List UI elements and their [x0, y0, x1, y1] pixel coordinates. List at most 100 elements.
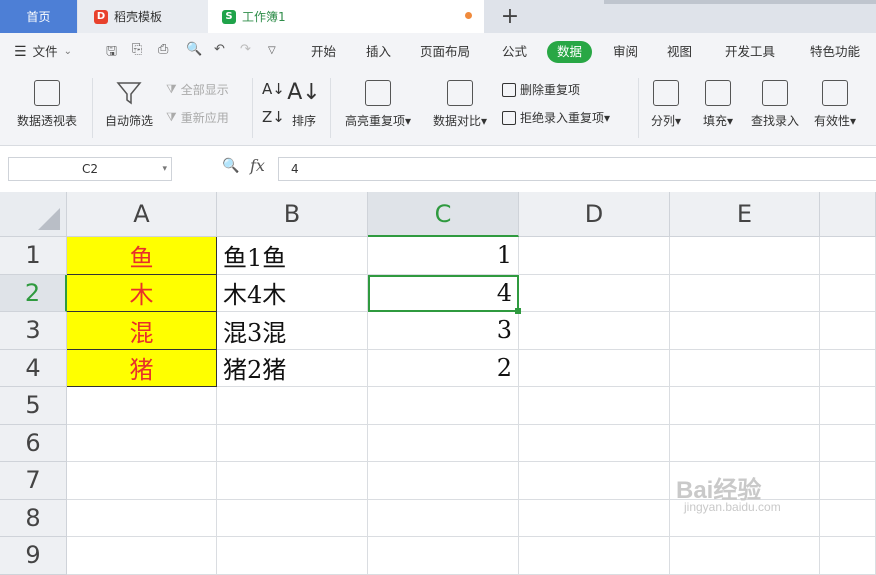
cell-f5[interactable]: [820, 387, 876, 425]
sort-ascending-icon[interactable]: A↓: [262, 80, 285, 98]
zoom-lookup-icon[interactable]: 🔍: [222, 158, 239, 174]
cell-f2[interactable]: [820, 274, 876, 312]
cell-f9[interactable]: [820, 537, 876, 575]
row-header-7[interactable]: 7: [0, 462, 67, 500]
format-painter-icon[interactable]: ⎘: [132, 42, 142, 57]
fx-icon[interactable]: fx: [250, 156, 265, 175]
cell-d6[interactable]: [519, 424, 670, 462]
validity-button[interactable]: 有效性▾: [810, 80, 860, 129]
cell-a7[interactable]: [67, 462, 217, 500]
row-header-6[interactable]: 6: [0, 424, 67, 462]
cell-a1[interactable]: 鱼: [67, 237, 217, 275]
file-menu[interactable]: ☰ 文件 ⌄: [14, 41, 72, 63]
column-header-f[interactable]: [820, 192, 876, 237]
sort-descending-icon[interactable]: Z↓: [262, 108, 285, 126]
cell-c5[interactable]: [368, 387, 519, 425]
column-header-e[interactable]: E: [670, 192, 820, 237]
reapply-button[interactable]: ⧩ 重新应用: [166, 109, 229, 126]
menu-developer[interactable]: 开发工具: [725, 41, 775, 63]
cell-a9[interactable]: [67, 537, 217, 575]
cell-b7[interactable]: [217, 462, 368, 500]
highlight-duplicates-button[interactable]: 高亮重复项▾: [338, 80, 418, 129]
cell-f4[interactable]: [820, 349, 876, 387]
cell-d2[interactable]: [519, 274, 670, 312]
cell-a8[interactable]: [67, 499, 217, 537]
menu-formula[interactable]: 公式: [502, 41, 527, 63]
lookup-entry-button[interactable]: 查找录入: [746, 80, 804, 129]
cell-e1[interactable]: [670, 237, 820, 275]
print-icon[interactable]: ⎙: [158, 42, 168, 57]
row-header-5[interactable]: 5: [0, 387, 67, 425]
row-header-2[interactable]: 2: [0, 274, 67, 312]
cell-f6[interactable]: [820, 424, 876, 462]
cell-e4[interactable]: [670, 349, 820, 387]
cell-d3[interactable]: [519, 312, 670, 350]
cell-e2[interactable]: [670, 274, 820, 312]
tab-workbook[interactable]: S 工作簿1: [208, 0, 484, 33]
new-tab-button[interactable]: +: [496, 2, 524, 30]
column-header-c[interactable]: C: [368, 192, 519, 237]
cell-d8[interactable]: [519, 499, 670, 537]
cell-f1[interactable]: [820, 237, 876, 275]
cell-b4[interactable]: 猪2猪: [217, 349, 368, 387]
cell-a3[interactable]: 混: [67, 312, 217, 350]
cell-c9[interactable]: [368, 537, 519, 575]
cell-d5[interactable]: [519, 387, 670, 425]
cell-b5[interactable]: [217, 387, 368, 425]
split-column-button[interactable]: 分列▾: [646, 80, 686, 129]
name-box[interactable]: C2 ▾: [8, 157, 172, 181]
cell-c2[interactable]: 4: [368, 274, 519, 312]
cell-e9[interactable]: [670, 537, 820, 575]
redo-icon[interactable]: ↷: [240, 42, 251, 57]
cell-d9[interactable]: [519, 537, 670, 575]
column-header-a[interactable]: A: [67, 192, 217, 237]
menu-special[interactable]: 特色功能: [810, 41, 860, 63]
cell-c7[interactable]: [368, 462, 519, 500]
pivot-table-button[interactable]: 数据透视表: [12, 80, 82, 129]
cell-f8[interactable]: [820, 499, 876, 537]
autofilter-button[interactable]: 自动筛选: [100, 80, 158, 129]
menu-start[interactable]: 开始: [311, 41, 336, 63]
fill-button[interactable]: 填充▾: [696, 80, 740, 129]
cell-c4[interactable]: 2: [368, 349, 519, 387]
cell-b6[interactable]: [217, 424, 368, 462]
menu-review[interactable]: 审阅: [613, 41, 638, 63]
cell-a5[interactable]: [67, 387, 217, 425]
row-header-8[interactable]: 8: [0, 499, 67, 537]
cell-e5[interactable]: [670, 387, 820, 425]
row-header-3[interactable]: 3: [0, 312, 67, 350]
column-header-b[interactable]: B: [217, 192, 368, 237]
column-header-d[interactable]: D: [519, 192, 670, 237]
sort-button[interactable]: A↓ 排序: [286, 80, 322, 129]
cell-c8[interactable]: [368, 499, 519, 537]
cell-f7[interactable]: [820, 462, 876, 500]
chevron-down-icon[interactable]: ▾: [162, 158, 167, 180]
cell-c6[interactable]: [368, 424, 519, 462]
menu-page-layout[interactable]: 页面布局: [420, 41, 470, 63]
cell-a2[interactable]: 木: [67, 274, 217, 312]
row-header-4[interactable]: 4: [0, 349, 67, 387]
cell-b2[interactable]: 木4木: [217, 274, 368, 312]
quick-access-dropdown-icon[interactable]: ▽: [268, 45, 276, 56]
cell-d4[interactable]: [519, 349, 670, 387]
print-preview-icon[interactable]: 🔍: [186, 42, 202, 57]
cell-e3[interactable]: [670, 312, 820, 350]
menu-insert[interactable]: 插入: [366, 41, 391, 63]
data-compare-button[interactable]: 数据对比▾: [426, 80, 494, 129]
cell-d7[interactable]: [519, 462, 670, 500]
menu-data[interactable]: 数据: [547, 41, 593, 63]
fill-handle[interactable]: [515, 308, 521, 314]
formula-input[interactable]: 4: [278, 157, 876, 181]
cell-b3[interactable]: 混3混: [217, 312, 368, 350]
tab-daoke-templates[interactable]: D 稻壳模板: [78, 0, 208, 33]
row-header-9[interactable]: 9: [0, 537, 67, 575]
undo-icon[interactable]: ↶: [214, 42, 225, 57]
row-header-1[interactable]: 1: [0, 237, 67, 275]
cell-e6[interactable]: [670, 424, 820, 462]
cell-a6[interactable]: [67, 424, 217, 462]
tab-home[interactable]: 首页: [0, 0, 77, 33]
cell-b9[interactable]: [217, 537, 368, 575]
show-all-button[interactable]: ⧩ 全部显示: [166, 81, 229, 98]
reject-duplicates-button[interactable]: 拒绝录入重复项▾: [502, 109, 610, 126]
cell-c3[interactable]: 3: [368, 312, 519, 350]
